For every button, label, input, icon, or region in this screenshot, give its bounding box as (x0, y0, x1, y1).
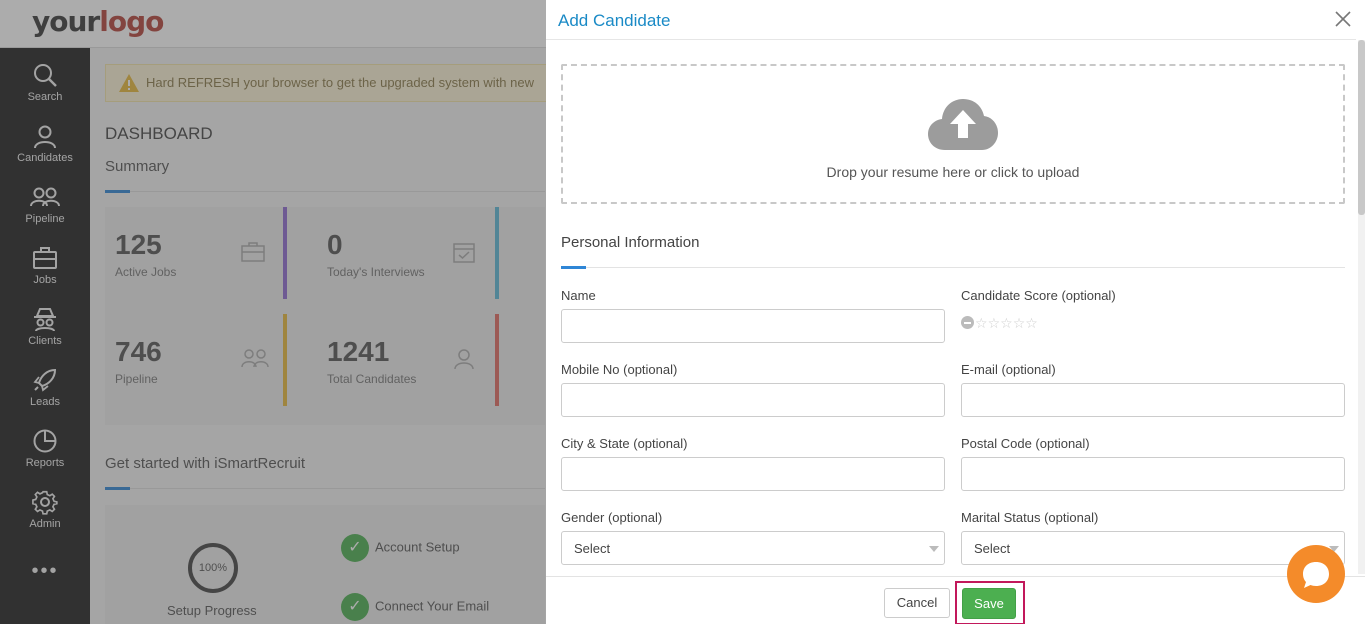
scrollbar-thumb[interactable] (1358, 40, 1365, 215)
mobile-input[interactable] (561, 383, 945, 417)
star-icon[interactable]: ☆ (1013, 316, 1026, 330)
candidate-score-label: Candidate Score (optional) (961, 288, 1116, 303)
modal-scrollbar[interactable] (1358, 40, 1365, 574)
section-divider (561, 266, 1345, 269)
marital-status-label: Marital Status (optional) (961, 510, 1099, 525)
cancel-button[interactable]: Cancel (884, 588, 950, 618)
gender-select[interactable]: Select (561, 531, 945, 565)
postal-code-input[interactable] (961, 457, 1345, 491)
marital-status-select[interactable]: Select (961, 531, 1345, 565)
modal-footer: Cancel Save (546, 576, 1365, 624)
save-button[interactable]: Save (962, 588, 1016, 619)
close-icon[interactable] (1332, 8, 1354, 30)
chat-icon (1303, 562, 1329, 588)
marital-status-select-value: Select (974, 541, 1011, 556)
candidate-score-rating[interactable]: ☆☆☆☆☆ (961, 314, 1038, 330)
star-icon[interactable]: ☆ (988, 316, 1001, 330)
chat-widget-button[interactable] (1287, 545, 1345, 603)
name-label: Name (561, 288, 596, 303)
gender-label: Gender (optional) (561, 510, 663, 525)
add-candidate-modal: Add Candidate Drop your resume here or c… (546, 0, 1365, 624)
star-icon[interactable]: ☆ (975, 316, 988, 330)
mobile-label: Mobile No (optional) (561, 362, 678, 377)
star-icon[interactable]: ☆ (1000, 316, 1013, 330)
cloud-upload-icon (928, 99, 998, 150)
modal-title: Add Candidate (558, 11, 671, 30)
city-state-input[interactable] (561, 457, 945, 491)
email-label: E-mail (optional) (961, 362, 1056, 377)
chevron-down-icon (929, 546, 939, 552)
postal-code-label: Postal Code (optional) (961, 436, 1090, 451)
name-input[interactable] (561, 309, 945, 343)
dropzone-text: Drop your resume here or click to upload (826, 164, 1080, 180)
city-state-label: City & State (optional) (561, 436, 688, 451)
clear-rating-icon[interactable] (961, 316, 974, 330)
modal-header-divider (546, 39, 1356, 40)
star-icon[interactable]: ☆ (1025, 316, 1038, 330)
gender-select-value: Select (574, 541, 611, 556)
section-title: Personal Information (561, 234, 700, 251)
email-input[interactable] (961, 383, 1345, 417)
resume-dropzone[interactable]: Drop your resume here or click to upload (561, 64, 1345, 204)
